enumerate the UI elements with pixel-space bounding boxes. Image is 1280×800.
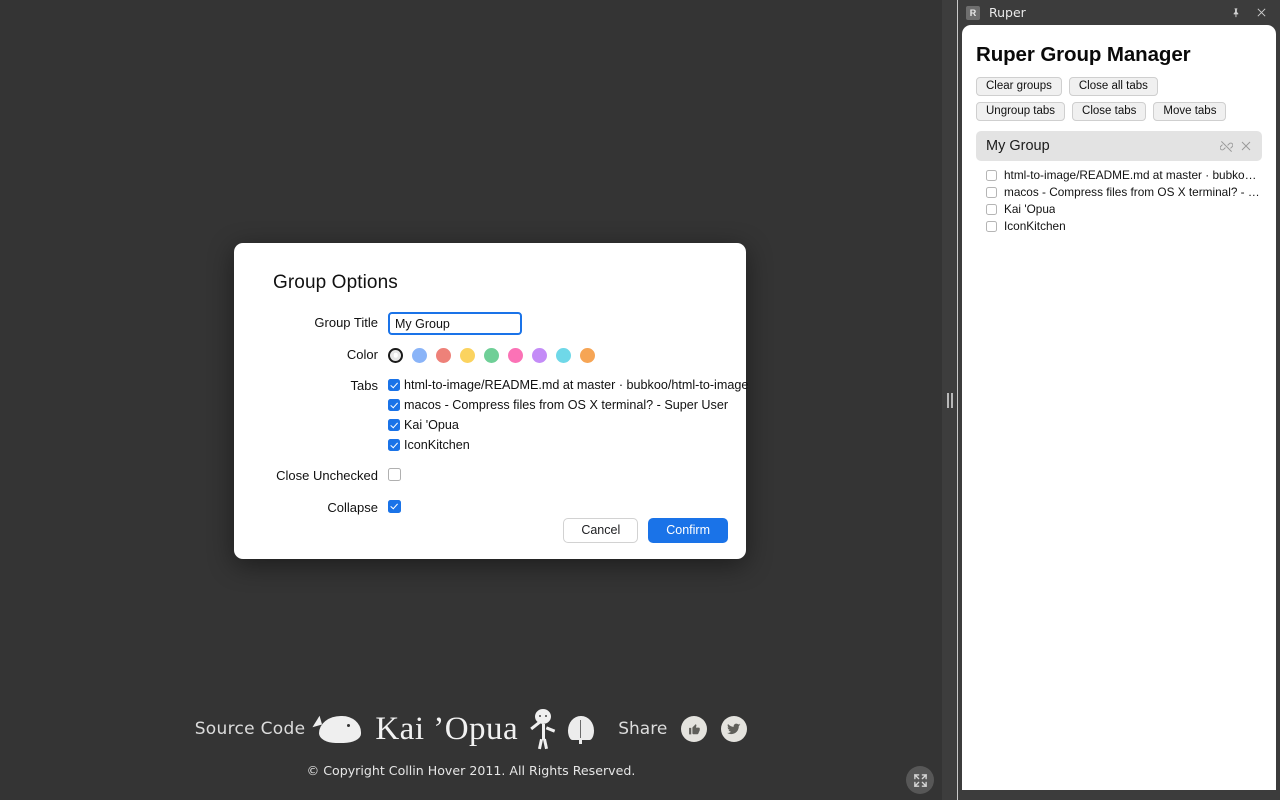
group-title-input[interactable] bbox=[388, 312, 522, 335]
dialog-actions: Cancel Confirm bbox=[563, 518, 728, 543]
group-tab-list: html-to-image/README.md at master · bubk… bbox=[976, 161, 1262, 235]
modal-tab-row: html-to-image/README.md at master · bubk… bbox=[388, 375, 748, 395]
group-name: My Group bbox=[986, 138, 1050, 154]
extension-side-panel: R Ruper Ruper Group Manager Clear groups… bbox=[958, 0, 1280, 800]
color-swatch-blue[interactable] bbox=[412, 347, 427, 363]
thumbs-up-icon[interactable] bbox=[681, 716, 708, 742]
group-header[interactable]: My Group bbox=[976, 131, 1262, 161]
panel-button-clear-groups[interactable]: Clear groups bbox=[976, 77, 1062, 96]
tab-checkbox[interactable] bbox=[986, 186, 997, 198]
tab-checkbox[interactable] bbox=[986, 203, 997, 215]
panel-button-ungroup-tabs[interactable]: Ungroup tabs bbox=[976, 102, 1066, 121]
group-close-icon[interactable] bbox=[1236, 137, 1255, 156]
tab-label: Kai 'Opua bbox=[1004, 202, 1056, 217]
modal-tab-checkbox[interactable] bbox=[388, 399, 400, 411]
site-footer: Source Code Kai ’Opua Share © Copyright … bbox=[0, 701, 942, 778]
group-options-dialog: Group Options Group Title Color Tabs htm… bbox=[234, 243, 749, 559]
modal-tab-checkbox[interactable] bbox=[388, 419, 400, 431]
cancel-button[interactable]: Cancel bbox=[563, 518, 639, 543]
modal-tab-checkbox[interactable] bbox=[388, 379, 400, 391]
color-swatch-green[interactable] bbox=[484, 347, 499, 363]
collapse-row: Collapse bbox=[254, 497, 722, 519]
copyright-text: © Copyright Collin Hover 2011. All Right… bbox=[306, 763, 636, 778]
share-label: Share bbox=[618, 719, 668, 739]
collapse-field bbox=[388, 497, 722, 513]
brand-wordmark: Kai ’Opua bbox=[375, 711, 518, 748]
tab-checkbox[interactable] bbox=[986, 169, 997, 181]
modal-tab-label: IconKitchen bbox=[404, 438, 470, 452]
panel-titlebar: R Ruper bbox=[958, 0, 1280, 25]
group-title-label: Group Title bbox=[314, 315, 378, 330]
panel-button-close-tabs[interactable]: Close tabs bbox=[1072, 102, 1147, 121]
panel-body: Ruper Group Manager Clear groups Close al… bbox=[962, 25, 1276, 790]
group-card: My Group html-to-image/README.md at mast… bbox=[976, 131, 1262, 235]
tab-label: html-to-image/README.md at master · bubk… bbox=[1004, 168, 1262, 183]
tabs-field-wrap: html-to-image/README.md at master · bubk… bbox=[388, 375, 748, 455]
group-title-field-wrap bbox=[388, 312, 722, 335]
color-swatch-grey[interactable] bbox=[388, 347, 403, 363]
fullscreen-expand-icon[interactable] bbox=[906, 766, 934, 794]
pin-icon[interactable] bbox=[1222, 2, 1248, 24]
panel-heading: Ruper Group Manager bbox=[976, 43, 1191, 66]
modal-tab-row: IconKitchen bbox=[388, 435, 748, 455]
collapse-label: Collapse bbox=[327, 500, 378, 515]
modal-tab-label: Kai 'Opua bbox=[404, 418, 459, 432]
close-unchecked-checkbox[interactable] bbox=[388, 468, 401, 481]
waving-figure-icon bbox=[530, 709, 556, 750]
footer-row: Source Code Kai ’Opua Share bbox=[0, 701, 942, 757]
modal-tab-checkbox[interactable] bbox=[388, 439, 400, 451]
collapse-checkbox[interactable] bbox=[388, 500, 401, 513]
modal-tab-label: html-to-image/README.md at master · bubk… bbox=[404, 378, 749, 392]
close-unchecked-field bbox=[388, 465, 722, 481]
resize-grip-bars bbox=[946, 392, 953, 408]
modal-tab-label: macos - Compress files from OS X termina… bbox=[404, 398, 729, 412]
list-item[interactable]: html-to-image/README.md at master · bubk… bbox=[986, 167, 1262, 184]
tab-checkbox[interactable] bbox=[986, 220, 997, 232]
color-swatch-red[interactable] bbox=[436, 347, 451, 363]
brand-text: Kai ’Opua bbox=[375, 710, 519, 747]
modal-tab-row: Kai 'Opua bbox=[388, 415, 748, 435]
panel-title: Ruper bbox=[989, 5, 1026, 20]
panel-resize-handle[interactable] bbox=[942, 0, 958, 800]
color-row: Color bbox=[254, 344, 722, 366]
color-field-wrap bbox=[388, 344, 722, 366]
panel-action-row-1: Clear groups Close all tabs bbox=[976, 77, 1262, 96]
color-swatch-yellow[interactable] bbox=[460, 347, 475, 363]
color-swatch-pink[interactable] bbox=[508, 347, 523, 363]
source-code-link[interactable]: Source Code bbox=[195, 719, 306, 739]
close-icon[interactable] bbox=[1248, 2, 1274, 24]
twitter-bird-icon[interactable] bbox=[721, 716, 748, 742]
panel-action-row-2: Ungroup tabs Close tabs Move tabs bbox=[976, 102, 1262, 121]
dialog-title: Group Options bbox=[273, 272, 398, 293]
list-item[interactable]: macos - Compress files from OS X termina… bbox=[986, 184, 1262, 201]
tab-label: IconKitchen bbox=[1004, 219, 1066, 234]
unlink-icon[interactable] bbox=[1217, 137, 1236, 156]
modal-tab-checkbox-list: html-to-image/README.md at master · bubk… bbox=[388, 375, 748, 455]
tabs-label: Tabs bbox=[350, 378, 378, 393]
close-unchecked-row: Close Unchecked bbox=[254, 465, 722, 487]
list-item[interactable]: Kai 'Opua bbox=[986, 201, 1262, 218]
whale-icon bbox=[319, 715, 362, 743]
heart-tree-icon bbox=[568, 714, 595, 744]
confirm-button[interactable]: Confirm bbox=[648, 518, 728, 543]
panel-button-close-all-tabs[interactable]: Close all tabs bbox=[1068, 77, 1158, 96]
web-page-content: Group Options Group Title Color Tabs htm… bbox=[0, 0, 942, 800]
list-item[interactable]: IconKitchen bbox=[986, 218, 1262, 235]
tab-label: macos - Compress files from OS X termina… bbox=[1004, 185, 1262, 200]
ruper-extension-icon: R bbox=[966, 5, 980, 20]
color-swatch-orange[interactable] bbox=[580, 347, 595, 363]
group-title-row: Group Title bbox=[254, 312, 722, 335]
color-swatch-cyan[interactable] bbox=[556, 347, 571, 363]
color-label: Color bbox=[346, 347, 378, 362]
tabs-row: Tabs html-to-image/README.md at master ·… bbox=[254, 375, 749, 455]
panel-button-move-tabs[interactable]: Move tabs bbox=[1153, 102, 1227, 121]
color-swatch-list bbox=[388, 344, 722, 366]
modal-tab-row: macos - Compress files from OS X termina… bbox=[388, 395, 748, 415]
close-unchecked-label: Close Unchecked bbox=[276, 468, 378, 483]
color-swatch-purple[interactable] bbox=[532, 347, 547, 363]
